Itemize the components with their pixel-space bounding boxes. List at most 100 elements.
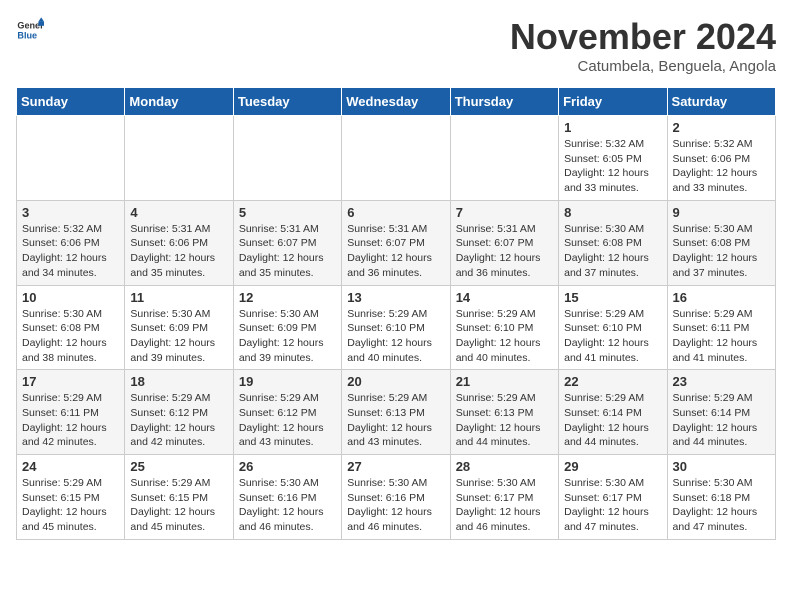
- day-info: Sunrise: 5:29 AM Sunset: 6:15 PM Dayligh…: [130, 476, 227, 535]
- weekday-header-monday: Monday: [125, 88, 233, 116]
- day-cell: 22Sunrise: 5:29 AM Sunset: 6:14 PM Dayli…: [559, 370, 667, 455]
- calendar-body: 1 Sunrise: 5:32 AM Sunset: 6:05 PM Daylig…: [17, 116, 776, 540]
- day-cell: 6 Sunrise: 5:31 AM Sunset: 6:07 PM Daylig…: [342, 200, 450, 285]
- day-cell: 12 Sunrise: 5:30 AM Sunset: 6:09 PM Dayli…: [233, 285, 341, 370]
- day-number: 16: [673, 290, 770, 305]
- day-cell: 11 Sunrise: 5:30 AM Sunset: 6:09 PM Dayli…: [125, 285, 233, 370]
- day-number: 29: [564, 459, 661, 474]
- day-number: 28: [456, 459, 553, 474]
- week-row-3: 10 Sunrise: 5:30 AM Sunset: 6:08 PM Dayli…: [17, 285, 776, 370]
- week-row-5: 24 Sunrise: 5:29 AM Sunset: 6:15 PM Dayli…: [17, 455, 776, 540]
- day-number: 22: [564, 374, 661, 389]
- day-number: 24: [22, 459, 119, 474]
- weekday-header-wednesday: Wednesday: [342, 88, 450, 116]
- day-number: 27: [347, 459, 444, 474]
- day-number: 5: [239, 205, 336, 220]
- weekday-header-row: SundayMondayTuesdayWednesdayThursdayFrid…: [17, 88, 776, 116]
- day-number: 11: [130, 290, 227, 305]
- day-cell: 20 Sunrise: 5:29 AM Sunset: 6:13 PM Dayli…: [342, 370, 450, 455]
- day-info: Sunrise: 5:29 AM Sunset: 6:15 PM Dayligh…: [22, 476, 119, 535]
- day-cell: 1 Sunrise: 5:32 AM Sunset: 6:05 PM Daylig…: [559, 116, 667, 201]
- day-cell: [233, 116, 341, 201]
- calendar-table: SundayMondayTuesdayWednesdayThursdayFrid…: [16, 87, 776, 540]
- weekday-header-thursday: Thursday: [450, 88, 558, 116]
- day-number: 30: [673, 459, 770, 474]
- day-number: 20: [347, 374, 444, 389]
- day-number: 25: [130, 459, 227, 474]
- day-cell: 28 Sunrise: 5:30 AM Sunset: 6:17 PM Dayli…: [450, 455, 558, 540]
- day-number: 4: [130, 205, 227, 220]
- day-number: 23: [673, 374, 770, 389]
- day-cell: 18Sunrise: 5:29 AM Sunset: 6:12 PM Dayli…: [125, 370, 233, 455]
- day-cell: 23 Sunrise: 5:29 AM Sunset: 6:14 PM Dayli…: [667, 370, 775, 455]
- day-cell: 16 Sunrise: 5:29 AM Sunset: 6:11 PM Dayli…: [667, 285, 775, 370]
- day-info: Sunrise: 5:29 AM Sunset: 6:11 PM Dayligh…: [22, 391, 119, 450]
- week-row-2: 3 Sunrise: 5:32 AM Sunset: 6:06 PM Daylig…: [17, 200, 776, 285]
- weekday-header-sunday: Sunday: [17, 88, 125, 116]
- day-number: 17: [22, 374, 119, 389]
- day-info: Sunrise: 5:30 AM Sunset: 6:09 PM Dayligh…: [239, 307, 336, 366]
- day-info: Sunrise: 5:30 AM Sunset: 6:08 PM Dayligh…: [564, 222, 661, 281]
- day-number: 19: [239, 374, 336, 389]
- day-cell: 15 Sunrise: 5:29 AM Sunset: 6:10 PM Dayli…: [559, 285, 667, 370]
- day-info: Sunrise: 5:31 AM Sunset: 6:07 PM Dayligh…: [456, 222, 553, 281]
- week-row-1: 1 Sunrise: 5:32 AM Sunset: 6:05 PM Daylig…: [17, 116, 776, 201]
- day-info: Sunrise: 5:32 AM Sunset: 6:05 PM Dayligh…: [564, 137, 661, 196]
- day-cell: 5 Sunrise: 5:31 AM Sunset: 6:07 PM Daylig…: [233, 200, 341, 285]
- week-row-4: 17 Sunrise: 5:29 AM Sunset: 6:11 PM Dayli…: [17, 370, 776, 455]
- day-number: 2: [673, 120, 770, 135]
- weekday-header-friday: Friday: [559, 88, 667, 116]
- day-number: 3: [22, 205, 119, 220]
- day-cell: 19 Sunrise: 5:29 AM Sunset: 6:12 PM Dayli…: [233, 370, 341, 455]
- day-number: 10: [22, 290, 119, 305]
- day-info: Sunrise: 5:30 AM Sunset: 6:09 PM Dayligh…: [130, 307, 227, 366]
- day-cell: 24 Sunrise: 5:29 AM Sunset: 6:15 PM Dayli…: [17, 455, 125, 540]
- day-number: 15: [564, 290, 661, 305]
- day-number: 12: [239, 290, 336, 305]
- day-cell: 13 Sunrise: 5:29 AM Sunset: 6:10 PM Dayli…: [342, 285, 450, 370]
- svg-text:Blue: Blue: [17, 30, 37, 40]
- day-info: Sunrise: 5:29 AM Sunset: 6:11 PM Dayligh…: [673, 307, 770, 366]
- day-cell: [342, 116, 450, 201]
- day-cell: 7 Sunrise: 5:31 AM Sunset: 6:07 PM Daylig…: [450, 200, 558, 285]
- day-number: 8: [564, 205, 661, 220]
- day-info: Sunrise: 5:29 AM Sunset: 6:10 PM Dayligh…: [564, 307, 661, 366]
- day-info: Sunrise: 5:30 AM Sunset: 6:16 PM Dayligh…: [347, 476, 444, 535]
- day-info: Sunrise: 5:30 AM Sunset: 6:18 PM Dayligh…: [673, 476, 770, 535]
- day-cell: [450, 116, 558, 201]
- day-number: 13: [347, 290, 444, 305]
- day-number: 6: [347, 205, 444, 220]
- day-info: Sunrise: 5:29 AM Sunset: 6:12 PM Dayligh…: [130, 391, 227, 450]
- day-cell: 14 Sunrise: 5:29 AM Sunset: 6:10 PM Dayli…: [450, 285, 558, 370]
- day-cell: [125, 116, 233, 201]
- day-info: Sunrise: 5:29 AM Sunset: 6:14 PM Dayligh…: [673, 391, 770, 450]
- day-info: Sunrise: 5:29 AM Sunset: 6:13 PM Dayligh…: [456, 391, 553, 450]
- day-info: Sunrise: 5:31 AM Sunset: 6:07 PM Dayligh…: [347, 222, 444, 281]
- day-number: 1: [564, 120, 661, 135]
- day-cell: [17, 116, 125, 201]
- day-number: 7: [456, 205, 553, 220]
- day-cell: 3 Sunrise: 5:32 AM Sunset: 6:06 PM Daylig…: [17, 200, 125, 285]
- day-info: Sunrise: 5:29 AM Sunset: 6:12 PM Dayligh…: [239, 391, 336, 450]
- weekday-header-saturday: Saturday: [667, 88, 775, 116]
- day-cell: 8 Sunrise: 5:30 AM Sunset: 6:08 PM Daylig…: [559, 200, 667, 285]
- day-cell: 26Sunrise: 5:30 AM Sunset: 6:16 PM Dayli…: [233, 455, 341, 540]
- day-info: Sunrise: 5:31 AM Sunset: 6:07 PM Dayligh…: [239, 222, 336, 281]
- day-number: 14: [456, 290, 553, 305]
- day-cell: 2Sunrise: 5:32 AM Sunset: 6:06 PM Daylig…: [667, 116, 775, 201]
- day-cell: 27 Sunrise: 5:30 AM Sunset: 6:16 PM Dayli…: [342, 455, 450, 540]
- day-info: Sunrise: 5:30 AM Sunset: 6:16 PM Dayligh…: [239, 476, 336, 535]
- day-info: Sunrise: 5:30 AM Sunset: 6:08 PM Dayligh…: [22, 307, 119, 366]
- logo: General Blue: [16, 16, 44, 44]
- day-cell: 30 Sunrise: 5:30 AM Sunset: 6:18 PM Dayli…: [667, 455, 775, 540]
- day-cell: 17 Sunrise: 5:29 AM Sunset: 6:11 PM Dayli…: [17, 370, 125, 455]
- day-number: 9: [673, 205, 770, 220]
- day-info: Sunrise: 5:30 AM Sunset: 6:17 PM Dayligh…: [456, 476, 553, 535]
- day-info: Sunrise: 5:29 AM Sunset: 6:13 PM Dayligh…: [347, 391, 444, 450]
- day-info: Sunrise: 5:29 AM Sunset: 6:10 PM Dayligh…: [347, 307, 444, 366]
- day-info: Sunrise: 5:30 AM Sunset: 6:08 PM Dayligh…: [673, 222, 770, 281]
- day-cell: 9 Sunrise: 5:30 AM Sunset: 6:08 PM Daylig…: [667, 200, 775, 285]
- day-info: Sunrise: 5:29 AM Sunset: 6:10 PM Dayligh…: [456, 307, 553, 366]
- day-cell: 29Sunrise: 5:30 AM Sunset: 6:17 PM Dayli…: [559, 455, 667, 540]
- day-info: Sunrise: 5:32 AM Sunset: 6:06 PM Dayligh…: [22, 222, 119, 281]
